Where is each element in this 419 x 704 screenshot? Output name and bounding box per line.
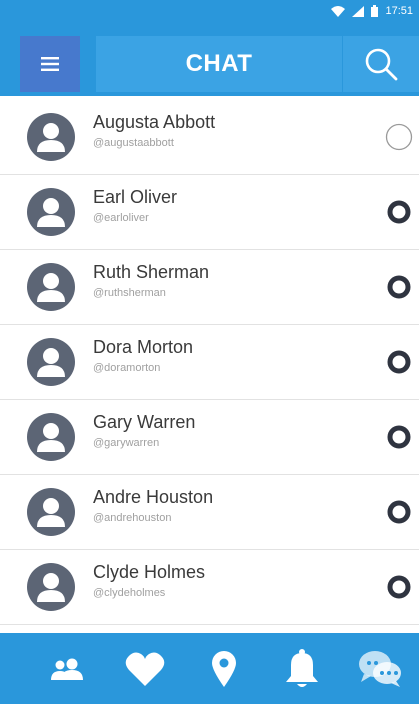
radio-circle-icon bbox=[387, 425, 411, 449]
hamburger-menu-icon bbox=[41, 57, 59, 71]
radio-circle-icon bbox=[387, 575, 411, 599]
contact-row[interactable]: Gary Warren @garywarren bbox=[0, 400, 419, 475]
nav-notifications-button[interactable] bbox=[275, 639, 329, 699]
user-avatar-icon bbox=[27, 263, 75, 311]
avatar bbox=[27, 263, 75, 311]
search-button[interactable] bbox=[343, 36, 419, 92]
nav-people-button[interactable] bbox=[40, 639, 94, 699]
bottom-nav bbox=[0, 633, 419, 704]
avatar bbox=[27, 488, 75, 536]
avatar bbox=[27, 113, 75, 161]
nav-location-button[interactable] bbox=[197, 639, 251, 699]
signal-icon bbox=[352, 5, 365, 17]
radio-circle-icon bbox=[387, 350, 411, 374]
page-title: CHAT bbox=[185, 50, 253, 77]
contact-row[interactable]: Earl Oliver @earloliver bbox=[0, 175, 419, 250]
select-radio[interactable] bbox=[385, 123, 413, 151]
select-radio[interactable] bbox=[385, 273, 413, 301]
avatar bbox=[27, 413, 75, 461]
contact-handle: @augustaabbott bbox=[93, 137, 174, 149]
menu-button[interactable] bbox=[20, 36, 80, 92]
select-radio[interactable] bbox=[385, 423, 413, 451]
select-radio[interactable] bbox=[385, 498, 413, 526]
people-icon bbox=[51, 658, 83, 680]
radio-circle-icon bbox=[387, 275, 411, 299]
heart-icon bbox=[125, 652, 165, 686]
contact-name: Ruth Sherman bbox=[93, 262, 210, 282]
contact-row[interactable]: Ruth Sherman @ruthsherman bbox=[0, 250, 419, 325]
user-avatar-icon bbox=[27, 488, 75, 536]
user-avatar-icon bbox=[27, 563, 75, 611]
contact-handle: @andrehouston bbox=[93, 512, 172, 524]
avatar bbox=[27, 563, 75, 611]
contact-handle: @earloliver bbox=[93, 212, 149, 224]
chat-bubbles-icon bbox=[359, 650, 401, 687]
contact-handle: @clydeholmes bbox=[93, 587, 166, 599]
select-radio[interactable] bbox=[385, 348, 413, 376]
avatar bbox=[27, 188, 75, 236]
map-pin-icon bbox=[211, 650, 236, 687]
contact-handle: @garywarren bbox=[93, 437, 160, 449]
select-radio[interactable] bbox=[385, 573, 413, 601]
contact-row[interactable]: Andre Houston @andrehouston bbox=[0, 475, 419, 550]
contact-handle: @doramorton bbox=[93, 362, 161, 374]
user-avatar-icon bbox=[27, 338, 75, 386]
wifi-icon bbox=[331, 5, 346, 17]
user-avatar-icon bbox=[27, 113, 75, 161]
app-bar: CHAT bbox=[0, 22, 419, 96]
contact-row[interactable]: Clyde Holmes @clydeholmes bbox=[0, 550, 419, 625]
user-avatar-icon bbox=[27, 188, 75, 236]
contact-row[interactable]: Dora Morton @doramorton bbox=[0, 325, 419, 400]
contact-name: Augusta Abbott bbox=[93, 112, 216, 132]
user-avatar-icon bbox=[27, 413, 75, 461]
title-bar: CHAT bbox=[96, 36, 342, 92]
radio-circle-icon bbox=[387, 200, 411, 224]
radio-circle-icon bbox=[387, 500, 411, 524]
battery-icon bbox=[371, 5, 379, 17]
nav-favorites-button[interactable] bbox=[118, 639, 172, 699]
status-bar: 17:51 bbox=[0, 0, 419, 22]
contact-list: Augusta Abbott @augustaabbott Earl Oliver @… bbox=[0, 100, 419, 625]
radio-circle-icon bbox=[385, 123, 413, 151]
bell-icon bbox=[285, 648, 318, 687]
contact-name: Dora Morton bbox=[93, 337, 194, 357]
contact-name: Andre Houston bbox=[93, 487, 214, 507]
status-time: 17:51 bbox=[385, 5, 413, 17]
contact-row[interactable]: Augusta Abbott @augustaabbott bbox=[0, 100, 419, 175]
contact-handle: @ruthsherman bbox=[93, 287, 166, 299]
search-icon bbox=[365, 48, 398, 81]
avatar bbox=[27, 338, 75, 386]
select-radio[interactable] bbox=[385, 198, 413, 226]
contact-name: Clyde Holmes bbox=[93, 562, 206, 582]
nav-messages-button[interactable] bbox=[353, 639, 407, 699]
contact-name: Earl Oliver bbox=[93, 187, 178, 207]
contact-name: Gary Warren bbox=[93, 412, 196, 432]
